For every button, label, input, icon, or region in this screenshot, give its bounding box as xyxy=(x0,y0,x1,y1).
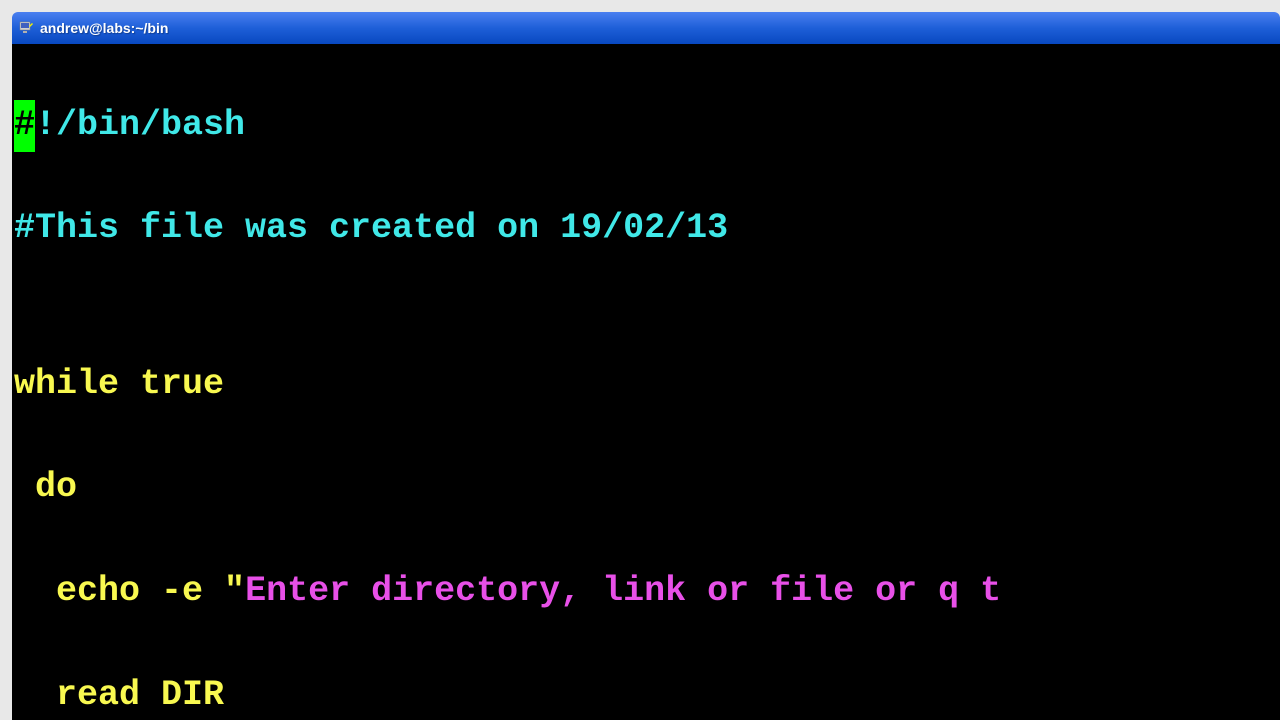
cursor-block: # xyxy=(14,100,35,152)
keyword-while: while xyxy=(14,364,140,404)
code-line: do xyxy=(14,462,1278,514)
flag-e: -e xyxy=(161,571,224,611)
keyword-do: do xyxy=(14,467,77,507)
code-line: while true xyxy=(14,359,1278,411)
string-literal: Enter directory, link or file or q t xyxy=(245,571,1001,611)
quote-open: " xyxy=(224,571,245,611)
keyword-true: true xyxy=(140,364,224,404)
code-line: #!/bin/bash xyxy=(14,100,1278,152)
command-read: read DIR xyxy=(14,675,224,715)
command-echo: echo xyxy=(14,571,161,611)
terminal-content[interactable]: #!/bin/bash #This file was created on 19… xyxy=(12,44,1280,720)
window-title: andrew@labs:~/bin xyxy=(40,20,168,36)
terminal-window: andrew@labs:~/bin #!/bin/bash #This file… xyxy=(12,12,1280,720)
code-line: #This file was created on 19/02/13 xyxy=(14,203,1278,255)
code-line: read DIR xyxy=(14,670,1278,720)
code-line: echo -e "Enter directory, link or file o… xyxy=(14,566,1278,618)
putty-icon xyxy=(18,20,34,36)
shebang-text: !/bin/bash xyxy=(35,105,245,145)
comment-text: #This file was created on 19/02/13 xyxy=(14,208,728,248)
window-titlebar[interactable]: andrew@labs:~/bin xyxy=(12,12,1280,44)
